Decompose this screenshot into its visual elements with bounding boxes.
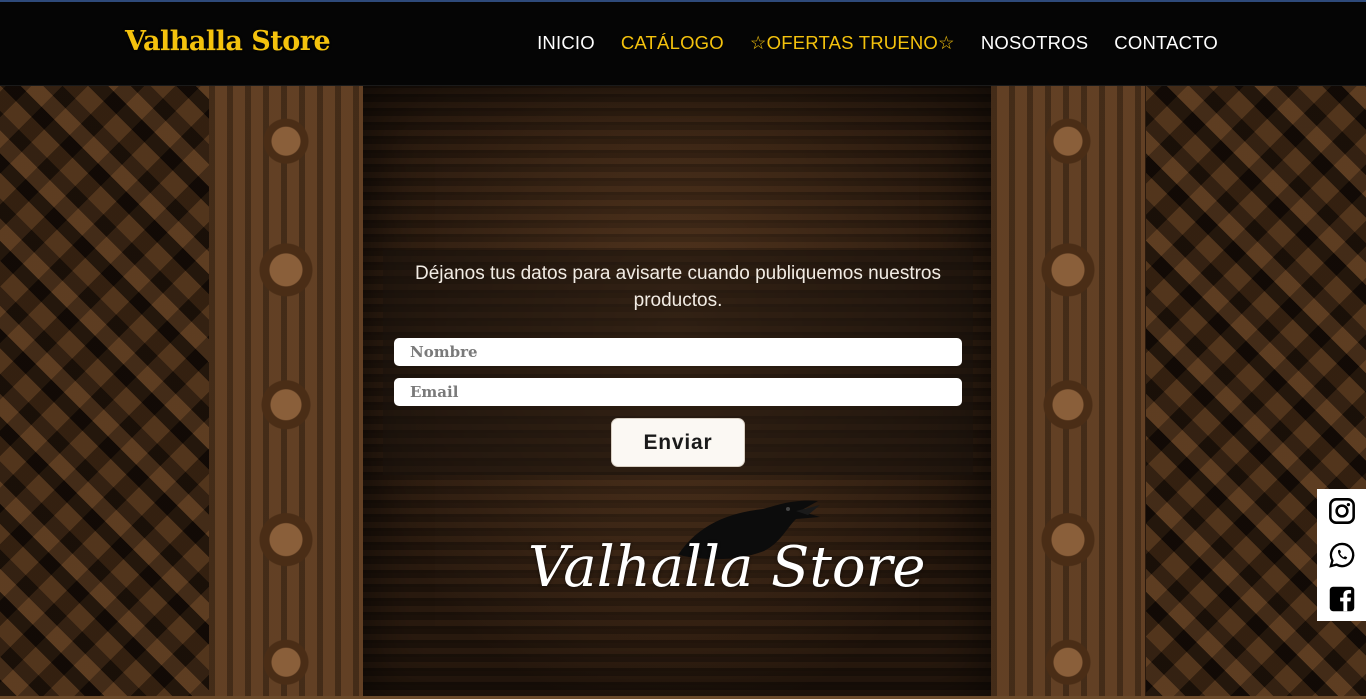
name-field[interactable] bbox=[394, 338, 962, 366]
nav-item-inicio[interactable]: INICIO bbox=[537, 32, 595, 54]
facebook-link[interactable] bbox=[1317, 577, 1366, 621]
logo-text: Valhalla Store bbox=[528, 535, 926, 600]
nav-item-catalogo[interactable]: CATÁLOGO bbox=[621, 32, 724, 54]
whatsapp-link[interactable] bbox=[1317, 533, 1366, 577]
facebook-icon bbox=[1329, 586, 1354, 612]
nav-item-contacto[interactable]: CONTACTO bbox=[1114, 32, 1218, 54]
navbar: Valhalla Store INICIO CATÁLOGO ☆OFERTAS … bbox=[0, 2, 1366, 86]
instagram-link[interactable] bbox=[1317, 489, 1366, 533]
social-sidebar bbox=[1317, 489, 1366, 621]
submit-button[interactable]: Enviar bbox=[611, 418, 745, 467]
main-nav: INICIO CATÁLOGO ☆OFERTAS TRUENO☆ NOSOTRO… bbox=[537, 32, 1218, 54]
notify-form: Déjanos tus datos para avisarte cuando p… bbox=[383, 250, 973, 475]
nav-item-nosotros[interactable]: NOSOTROS bbox=[981, 32, 1088, 54]
store-logo: Valhalla Store bbox=[528, 495, 926, 665]
brand-logo[interactable]: Valhalla Store bbox=[125, 26, 331, 57]
nav-item-ofertas-trueno[interactable]: ☆OFERTAS TRUENO☆ bbox=[750, 32, 955, 54]
floral-carving-right bbox=[991, 86, 1145, 699]
floral-carving-left bbox=[209, 86, 363, 699]
instagram-icon bbox=[1328, 498, 1355, 524]
form-intro-text: Déjanos tus datos para avisarte cuando p… bbox=[415, 263, 941, 311]
whatsapp-icon bbox=[1328, 542, 1354, 568]
email-field[interactable] bbox=[394, 378, 962, 406]
carved-wood-panel-left bbox=[0, 86, 210, 699]
